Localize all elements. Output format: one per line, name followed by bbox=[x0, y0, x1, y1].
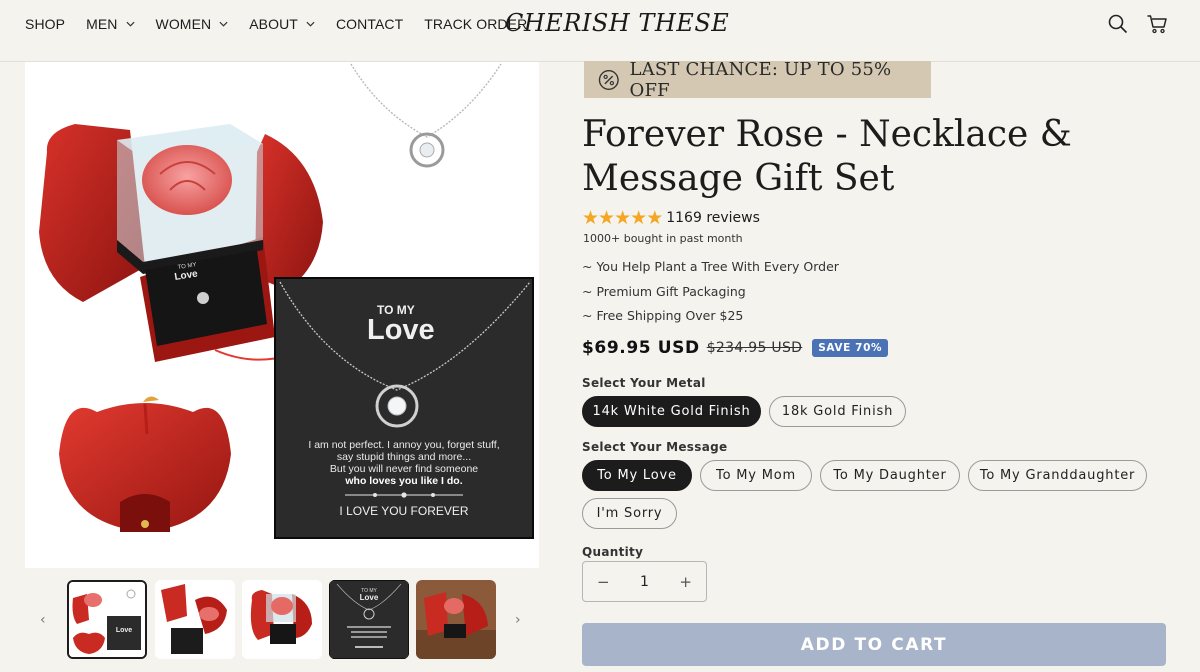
sale-price: $69.95 USD bbox=[582, 338, 700, 358]
thumbnail-2[interactable] bbox=[155, 580, 235, 659]
perk-packaging: ~ Premium Gift Packaging bbox=[582, 284, 746, 299]
thumbnail-4[interactable]: TO MY Love bbox=[329, 580, 409, 659]
chevron-down-icon bbox=[125, 21, 135, 27]
option-18k-gold[interactable]: 18k Gold Finish bbox=[769, 396, 906, 427]
star-icon: ★ bbox=[646, 207, 664, 229]
message-to-my-daughter[interactable]: To My Daughter bbox=[820, 460, 960, 491]
star-icon: ★ bbox=[598, 207, 616, 229]
card-footer: I LOVE YOU FOREVER bbox=[339, 504, 468, 518]
thumb-prev-arrow[interactable]: ‹ bbox=[40, 612, 46, 628]
nav-shop-label: SHOP bbox=[25, 16, 66, 32]
message-im-sorry[interactable]: I'm Sorry bbox=[582, 498, 677, 529]
add-to-cart-button[interactable]: ADD TO CART bbox=[582, 623, 1166, 666]
perk-tree: ~ You Help Plant a Tree With Every Order bbox=[582, 259, 839, 274]
nav-men-label: MEN bbox=[86, 16, 118, 32]
cart-icon[interactable] bbox=[1146, 13, 1168, 35]
chevron-down-icon bbox=[306, 21, 315, 27]
message-label: Select Your Message bbox=[582, 440, 728, 454]
message-to-my-granddaughter[interactable]: To My Granddaughter bbox=[968, 460, 1147, 491]
thumbnail-1-card-text: Love bbox=[116, 627, 132, 634]
perk-shipping: ~ Free Shipping Over $25 bbox=[582, 308, 744, 323]
thumbnail-4-card-text: Love bbox=[360, 593, 379, 602]
card-line-1: I am not perfect. I annoy you, forget st… bbox=[308, 439, 499, 451]
quantity-minus-button[interactable]: − bbox=[597, 573, 610, 591]
thumbnail-3-image bbox=[242, 580, 322, 659]
quantity-stepper: − 1 + bbox=[582, 561, 707, 602]
quantity-input[interactable]: 1 bbox=[640, 574, 649, 590]
nav-about-label: ABOUT bbox=[249, 16, 298, 32]
thumbnail-4-image: TO MY Love bbox=[329, 580, 409, 659]
site-logo[interactable]: CHERISH THESE bbox=[505, 9, 729, 37]
nav-women[interactable]: WOMEN bbox=[156, 16, 229, 32]
card-line-4: who loves you like I do. bbox=[344, 475, 462, 487]
compare-price: $234.95 USD bbox=[706, 340, 803, 356]
star-icon: ★ bbox=[630, 207, 648, 229]
percent-icon bbox=[598, 69, 619, 90]
card-heading: Love bbox=[367, 314, 435, 346]
metal-label: Select Your Metal bbox=[582, 376, 706, 390]
nav-men[interactable]: MEN bbox=[86, 16, 135, 32]
product-title: Forever Rose - Necklace & Message Gift S… bbox=[582, 114, 1072, 199]
nav-women-label: WOMEN bbox=[155, 16, 212, 32]
nav-contact[interactable]: CONTACT bbox=[336, 16, 403, 32]
save-badge: SAVE 70% bbox=[812, 339, 889, 357]
star-icon: ★ bbox=[582, 207, 600, 229]
message-to-my-mom[interactable]: To My Mom bbox=[700, 460, 812, 491]
thumbnail-3[interactable] bbox=[242, 580, 322, 659]
promo-badge-text: LAST CHANCE: UP TO 55% OFF bbox=[629, 58, 892, 101]
review-count[interactable]: 1169 reviews bbox=[666, 210, 760, 226]
price-block: $69.95 USD $234.95 USD SAVE 70% bbox=[582, 338, 889, 358]
rating[interactable]: ★ ★ ★ ★ ★ 1169 reviews bbox=[582, 208, 760, 228]
nav-about[interactable]: ABOUT bbox=[249, 16, 315, 32]
nav-contact-label: CONTACT bbox=[335, 16, 404, 32]
site-header: SHOP MEN WOMEN ABOUT CONTACT TRACK ORDER… bbox=[0, 0, 1200, 50]
main-product-image[interactable]: TO MY Love TO MY Love I am not perfect. … bbox=[25, 62, 539, 568]
card-line-2: say stupid things and more... bbox=[337, 451, 471, 463]
star-icon: ★ bbox=[614, 207, 632, 229]
thumb-next-arrow[interactable]: › bbox=[515, 612, 521, 628]
card-line-3: But you will never find someone bbox=[330, 463, 478, 475]
main-nav: SHOP MEN WOMEN ABOUT CONTACT TRACK ORDER bbox=[25, 16, 548, 32]
thumbnail-1-image: Love bbox=[69, 582, 145, 657]
chevron-down-icon bbox=[219, 21, 228, 27]
bought-count: 1000+ bought in past month bbox=[583, 232, 743, 245]
thumbnail-5-image bbox=[416, 580, 496, 659]
option-14k-white-gold[interactable]: 14k White Gold Finish bbox=[582, 396, 761, 427]
thumbnail-1[interactable]: Love bbox=[67, 580, 147, 659]
quantity-label: Quantity bbox=[582, 545, 644, 559]
product-photo: TO MY Love TO MY Love I am not perfect. … bbox=[39, 63, 534, 539]
search-icon[interactable] bbox=[1107, 13, 1129, 35]
thumbnail-2-image bbox=[155, 580, 235, 659]
promo-badge: LAST CHANCE: UP TO 55% OFF bbox=[584, 58, 931, 101]
message-to-my-love[interactable]: To My Love bbox=[582, 460, 692, 491]
nav-shop[interactable]: SHOP bbox=[25, 16, 65, 32]
thumbnail-5[interactable] bbox=[416, 580, 496, 659]
quantity-plus-button[interactable]: + bbox=[679, 573, 692, 591]
